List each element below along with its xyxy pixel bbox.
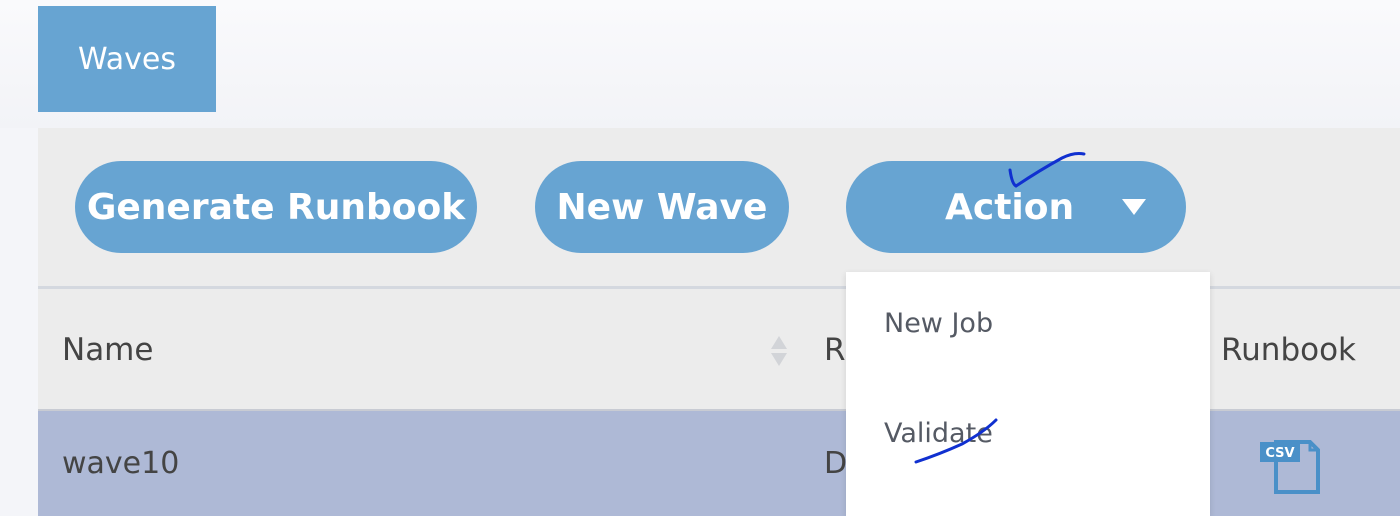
new-wave-button[interactable]: New Wave	[535, 161, 789, 253]
new-wave-label: New Wave	[556, 186, 768, 228]
cell-partial: D	[824, 446, 846, 481]
menu-item-validate[interactable]: Validate	[884, 418, 993, 449]
action-label: Action	[945, 186, 1075, 228]
generate-runbook-button[interactable]: Generate Runbook	[75, 161, 477, 253]
svg-text:CSV: CSV	[1265, 446, 1294, 461]
action-dropdown-button[interactable]: Action	[846, 161, 1186, 253]
column-header-runbook[interactable]: Runbook	[1221, 332, 1356, 368]
column-header-partial[interactable]: R	[824, 332, 846, 368]
tab-waves-label: Waves	[78, 41, 176, 77]
csv-file-icon[interactable]: CSV	[1258, 432, 1324, 496]
generate-runbook-label: Generate Runbook	[86, 186, 466, 228]
cell-wave-name: wave10	[62, 446, 180, 481]
column-header-name[interactable]: Name	[62, 332, 153, 368]
action-dropdown-menu: New Job Validate	[846, 272, 1210, 516]
menu-item-new-job[interactable]: New Job	[884, 308, 993, 339]
sort-icon[interactable]	[771, 336, 787, 366]
caret-down-icon	[1122, 199, 1146, 215]
tab-waves[interactable]: Waves	[38, 6, 216, 112]
